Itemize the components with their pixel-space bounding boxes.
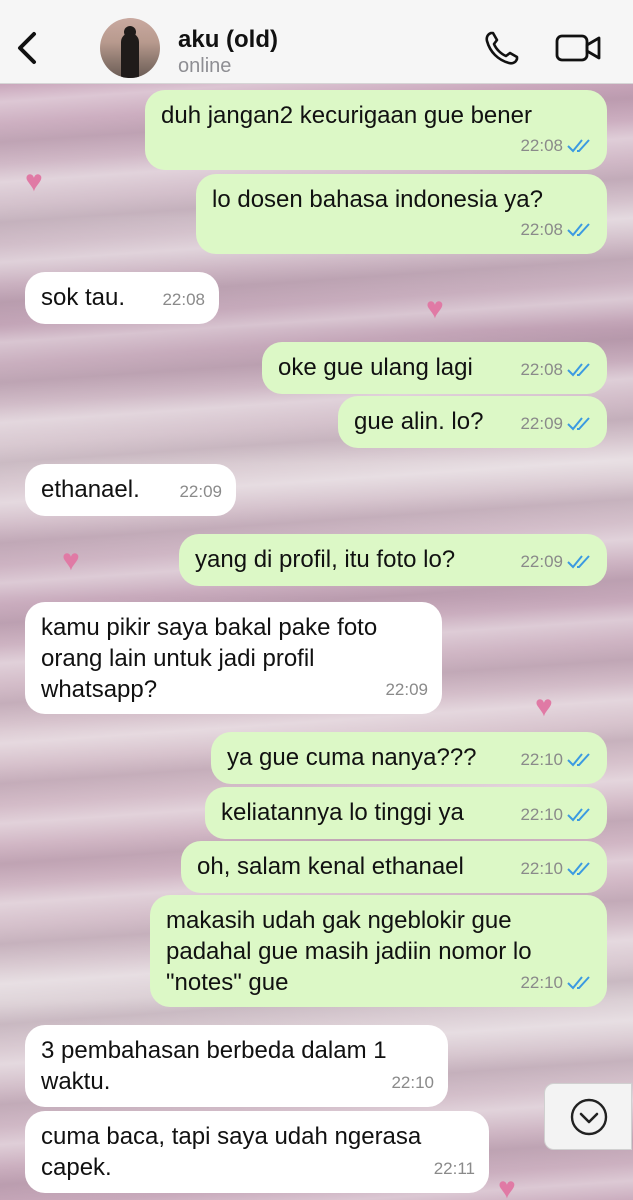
chat-header: aku (old) online [0, 0, 633, 84]
chevron-down-icon [570, 1098, 608, 1136]
double-check-icon [567, 362, 590, 376]
avatar[interactable] [100, 18, 160, 78]
message-bubble-outgoing[interactable]: keliatannya lo tinggi ya 22:10 [205, 787, 607, 839]
message-text: gue alin. lo? [354, 408, 484, 435]
heart-icon: ♥ [62, 544, 80, 577]
message-bubble-incoming[interactable]: 3 pembahasan berbeda dalam 1 waktu. 22:1… [25, 1025, 448, 1107]
message-text: oh, salam kenal ethanael [197, 853, 464, 880]
message-time: 22:08 [520, 220, 563, 239]
double-check-icon [567, 222, 590, 236]
back-chevron-icon[interactable] [12, 28, 44, 68]
video-camera-icon[interactable] [554, 30, 602, 66]
message-time: 22:09 [385, 680, 428, 699]
double-check-icon [567, 138, 590, 152]
message-text: makasih udah gak ngeblokir gue padahal g… [166, 907, 532, 996]
message-text: kamu pikir saya bakal pake foto orang la… [41, 614, 378, 703]
heart-icon: ♥ [535, 690, 553, 723]
message-text: oke gue ulang lagi [278, 354, 473, 381]
message-bubble-outgoing[interactable]: yang di profil, itu foto lo? 22:09 [179, 534, 607, 586]
message-text: cuma baca, tapi saya udah ngerasa capek. [41, 1123, 422, 1181]
message-time: 22:09 [520, 552, 563, 571]
message-text: keliatannya lo tinggi ya [221, 799, 464, 826]
message-time: 22:08 [520, 136, 563, 155]
heart-icon: ♥ [498, 1172, 516, 1200]
message-bubble-outgoing[interactable]: lo dosen bahasa indonesia ya? 22:08 [196, 174, 607, 254]
message-time: 22:10 [520, 805, 563, 824]
message-bubble-incoming[interactable]: sok tau. 22:08 [25, 272, 219, 324]
message-bubble-incoming[interactable]: cuma baca, tapi saya udah ngerasa capek.… [25, 1111, 489, 1193]
message-bubble-incoming[interactable]: kamu pikir saya bakal pake foto orang la… [25, 602, 442, 714]
message-bubble-outgoing[interactable]: duh jangan2 kecurigaan gue bener 22:08 [145, 90, 607, 170]
message-bubble-outgoing[interactable]: makasih udah gak ngeblokir gue padahal g… [150, 895, 607, 1007]
double-check-icon [567, 554, 590, 568]
message-time: 22:08 [520, 360, 563, 379]
message-time: 22:11 [433, 1159, 475, 1178]
message-bubble-outgoing[interactable]: oh, salam kenal ethanael 22:10 [181, 841, 607, 893]
double-check-icon [567, 807, 590, 821]
message-text: yang di profil, itu foto lo? [195, 546, 456, 573]
message-time: 22:09 [520, 414, 563, 433]
message-time: 22:10 [520, 750, 563, 769]
message-text: duh jangan2 kecurigaan gue bener [161, 102, 532, 129]
message-time: 22:10 [391, 1073, 434, 1092]
scroll-to-bottom-button[interactable] [544, 1083, 632, 1150]
contact-name[interactable]: aku (old) [178, 26, 278, 54]
double-check-icon [567, 416, 590, 430]
message-time: 22:09 [179, 482, 222, 501]
message-bubble-outgoing[interactable]: oke gue ulang lagi 22:08 [262, 342, 607, 394]
heart-icon: ♥ [25, 165, 43, 198]
message-time: 22:08 [162, 290, 205, 309]
contact-status: online [178, 55, 232, 77]
double-check-icon [567, 752, 590, 766]
message-bubble-outgoing[interactable]: gue alin. lo? 22:09 [338, 396, 607, 448]
message-bubble-incoming[interactable]: ethanael. 22:09 [25, 464, 236, 516]
double-check-icon [567, 861, 590, 875]
message-time: 22:10 [520, 859, 563, 878]
double-check-icon [567, 975, 590, 989]
phone-icon[interactable] [482, 28, 522, 68]
chat-area[interactable]: ♥ ♥ ♥ ♥ ♥ duh jangan2 kecurigaan gue ben… [0, 84, 633, 1200]
message-text: ethanael. [41, 476, 140, 503]
message-text: lo dosen bahasa indonesia ya? [212, 186, 543, 213]
message-bubble-outgoing[interactable]: ya gue cuma nanya??? 22:10 [211, 732, 607, 784]
message-text: sok tau. [41, 284, 126, 311]
message-text: 3 pembahasan berbeda dalam 1 waktu. [41, 1037, 387, 1095]
heart-icon: ♥ [426, 292, 444, 325]
message-time: 22:10 [520, 973, 563, 992]
message-text: ya gue cuma nanya??? [227, 744, 477, 771]
